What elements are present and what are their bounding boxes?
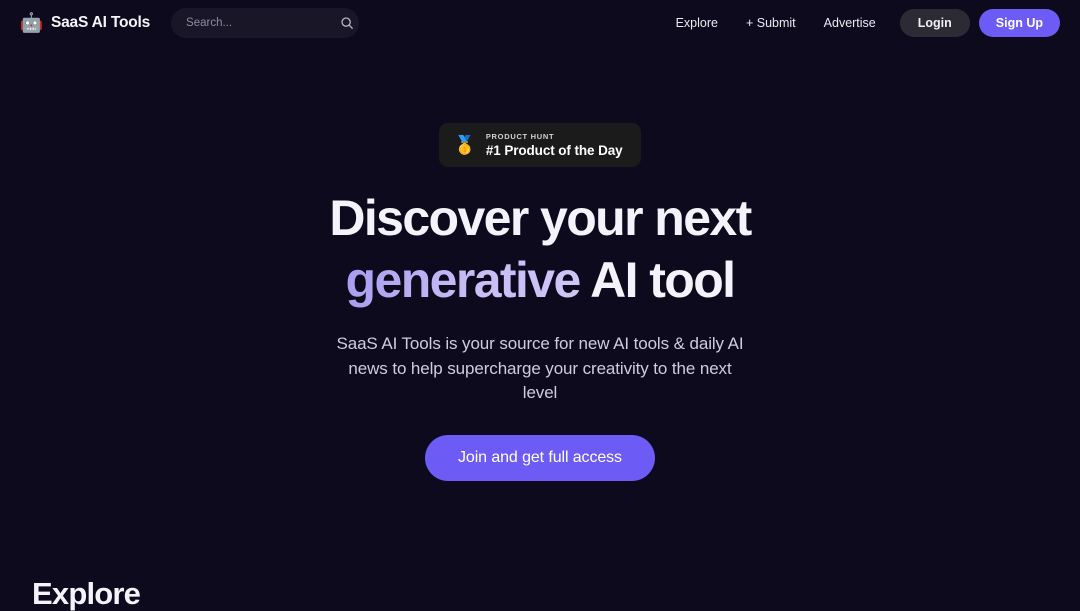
brand-logo-link[interactable]: 🤖 SaaS AI Tools <box>19 12 151 35</box>
hero-section: 🥇 PRODUCT HUNT #1 Product of the Day Dis… <box>0 46 1080 481</box>
nav-link-explore[interactable]: Explore <box>662 10 732 36</box>
gold-medal-icon: 🥇 <box>453 135 476 155</box>
nav-link-submit[interactable]: + Submit <box>732 10 810 36</box>
search-input[interactable] <box>186 17 341 29</box>
headline-gradient-word: generative <box>345 252 582 308</box>
search-icon[interactable] <box>340 16 354 30</box>
headline-line-1: Discover your next <box>329 190 752 246</box>
main-nav: Explore + Submit Advertise Login Sign Up <box>662 9 1060 37</box>
product-hunt-eyebrow: PRODUCT HUNT <box>485 132 555 141</box>
join-full-access-button[interactable]: Join and get full access <box>425 434 655 481</box>
product-hunt-badge-text: PRODUCT HUNT #1 Product of the Day <box>486 132 623 158</box>
signup-button[interactable]: Sign Up <box>978 9 1060 37</box>
product-hunt-title: #1 Product of the Day <box>485 143 623 158</box>
site-header: 🤖 SaaS AI Tools Explore + Submit Adverti… <box>0 0 1080 46</box>
robot-icon: 🤖 <box>19 12 44 34</box>
explore-heading: Explore <box>32 576 141 611</box>
search-box[interactable] <box>171 8 360 38</box>
page-title: Discover your next generative AI tool <box>0 193 1080 305</box>
nav-link-advertise[interactable]: Advertise <box>810 10 890 36</box>
hero-subtitle: SaaS AI Tools is your source for new AI … <box>336 334 744 402</box>
brand-name: SaaS AI Tools <box>51 14 151 31</box>
headline-line-2-rest: AI tool <box>579 252 736 308</box>
login-button[interactable]: Login <box>899 9 970 37</box>
explore-section: Explore <box>0 576 1080 611</box>
headline-line-2: generative AI tool <box>0 255 1080 305</box>
product-hunt-badge[interactable]: 🥇 PRODUCT HUNT #1 Product of the Day <box>439 123 641 167</box>
cta-container: Join and get full access <box>0 434 1080 481</box>
